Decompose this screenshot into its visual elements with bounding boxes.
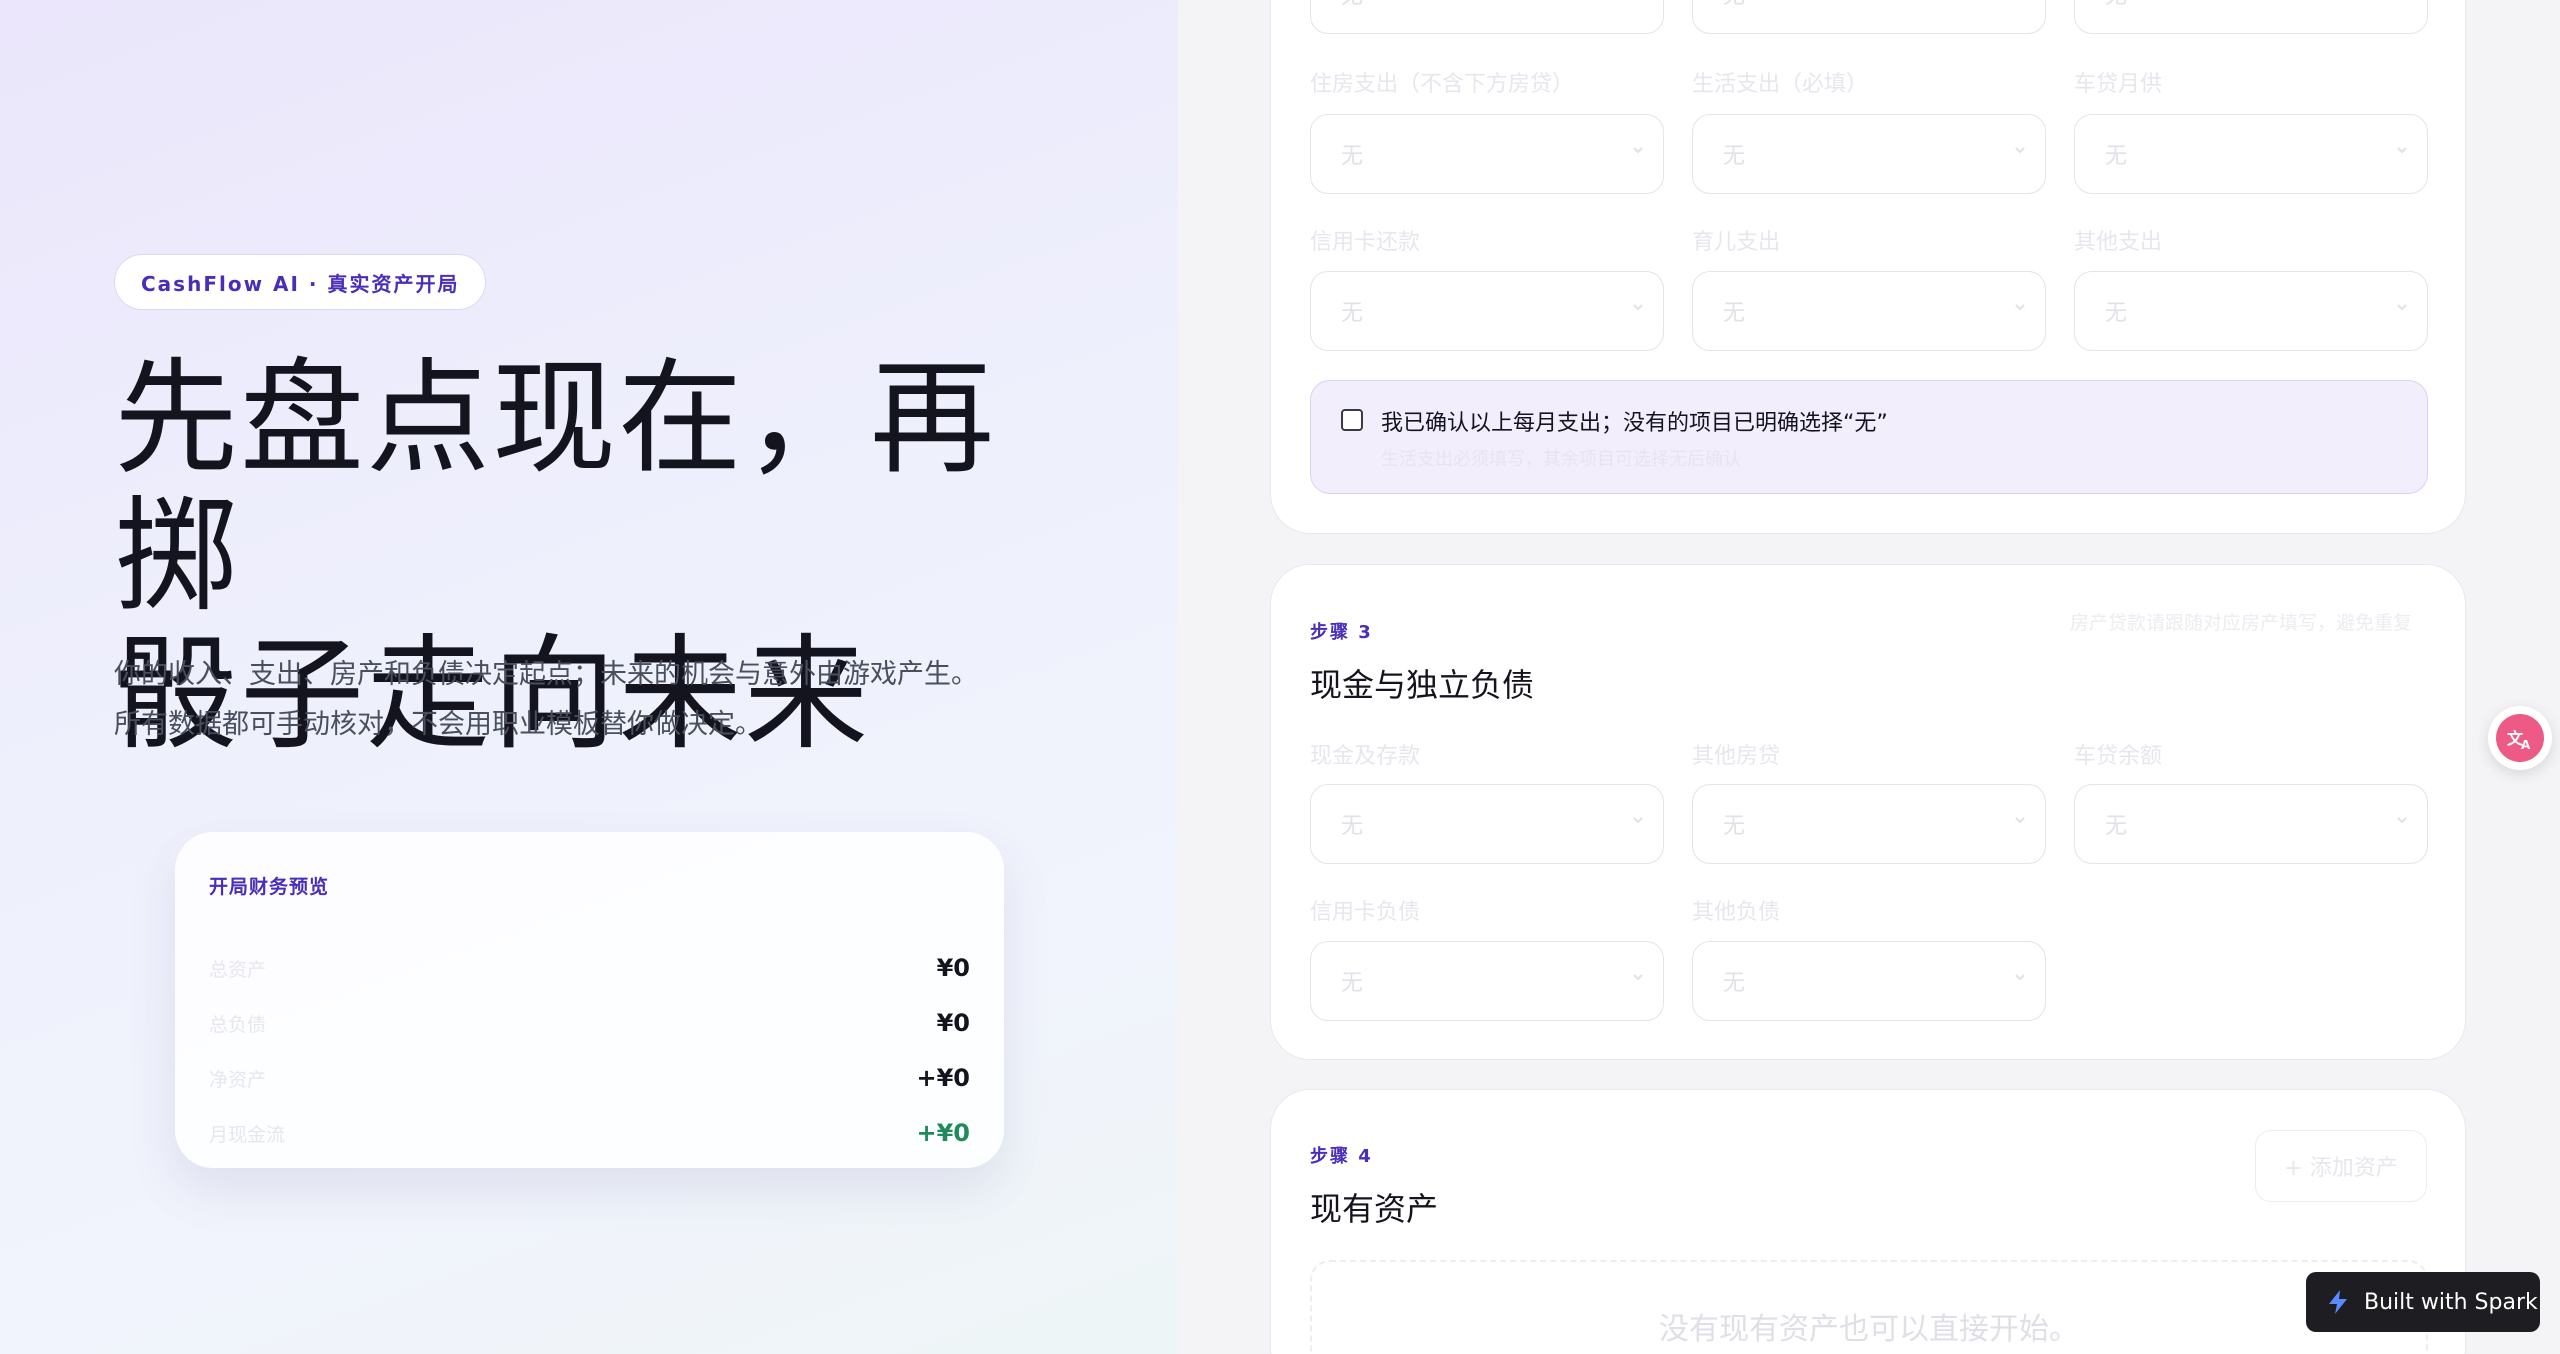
preview-value: ¥0 xyxy=(936,1009,970,1037)
field-label-cash: 现金及存款 xyxy=(1310,744,1421,769)
field-label-other-mortgage: 其他房贷 xyxy=(1692,744,1781,769)
chevron-down-icon xyxy=(1631,970,1645,984)
living-expense-select[interactable]: 无 xyxy=(1692,114,2046,194)
step3-title: 现金与独立负债 xyxy=(1310,666,1535,704)
step4-title: 现有资产 xyxy=(1310,1190,1439,1228)
select-value: 无 xyxy=(2105,0,2127,10)
svg-text:A: A xyxy=(2521,738,2531,752)
select-value: 无 xyxy=(1341,971,1364,996)
select-value: 无 xyxy=(2105,144,2128,169)
field-label-living: 生活支出（必填） xyxy=(1692,72,1869,97)
select-value: 无 xyxy=(1341,301,1364,326)
housing-expense-select[interactable]: 无 xyxy=(1310,114,1664,194)
spark-bolt-icon xyxy=(2324,1288,2352,1316)
field-label-housing: 住房支出（不含下方房贷） xyxy=(1310,72,1575,97)
select-value: 无 xyxy=(2105,814,2128,839)
preview-value: ¥0 xyxy=(936,954,970,982)
chevron-down-icon xyxy=(1631,813,1645,827)
preview-title: 开局财务预览 xyxy=(209,876,330,898)
expense-confirm-box: 我已确认以上每月支出；没有的项目已明确选择“无” 生活支出必须填写，其余项目可选… xyxy=(1310,380,2428,494)
desc-line-2: 所有数据都可手动核对，不会用职业模板替你做决定。 xyxy=(114,709,762,740)
preview-row-total-assets: 总资产 ¥0 xyxy=(209,948,970,988)
chevron-down-icon xyxy=(2395,143,2409,157)
car-loan-payment-select[interactable]: 无 xyxy=(2074,114,2428,194)
preview-row-total-liabilities: 总负债 ¥0 xyxy=(209,1003,970,1043)
hero-section: CashFlow AI · 真实资产开局 先盘点现在，再掷 骰子走向未来 你的收… xyxy=(0,0,1178,1354)
desc-line-1: 你的收入、支出、房产和负债决定起点；未来的机会与意外由游戏产生。 xyxy=(114,659,978,690)
select-value: 无 xyxy=(1723,301,1746,326)
translate-button[interactable]: 文A xyxy=(2488,706,2552,770)
expense-select-top-3[interactable]: 无 xyxy=(2074,0,2428,34)
chevron-down-icon xyxy=(2395,300,2409,314)
add-asset-button[interactable]: + 添加资产 xyxy=(2255,1130,2427,1202)
field-label-car-loan-payment: 车贷月供 xyxy=(2074,72,2163,97)
other-debt-select[interactable]: 无 xyxy=(1692,941,2046,1021)
chevron-down-icon xyxy=(2013,970,2027,984)
chevron-down-icon xyxy=(1631,300,1645,314)
preview-row-monthly-cashflow: 月现金流 +¥0 xyxy=(209,1113,970,1153)
chevron-down-icon xyxy=(1631,143,1645,157)
select-value: 无 xyxy=(1723,814,1746,839)
chevron-down-icon xyxy=(2013,813,2027,827)
expense-select-top-2[interactable]: 无 xyxy=(1692,0,2046,34)
step3-hint: 房产贷款请跟随对应房产填写，避免重复 xyxy=(2070,612,2413,634)
select-value: 无 xyxy=(1723,144,1746,169)
other-mortgage-select[interactable]: 无 xyxy=(1692,784,2046,864)
expense-confirm-hint: 生活支出必须填写，其余项目可选择无后确认 xyxy=(1381,449,1741,470)
step3-tag: 步骤 3 xyxy=(1310,622,1373,643)
select-value: 无 xyxy=(1341,144,1364,169)
spark-label: Built with Spark xyxy=(2364,1289,2538,1315)
expense-confirm-label[interactable]: 我已确认以上每月支出；没有的项目已明确选择“无” xyxy=(1381,405,1888,437)
built-with-spark-badge[interactable]: Built with Spark xyxy=(2306,1272,2540,1332)
chevron-down-icon xyxy=(2013,143,2027,157)
expense-confirm-checkbox[interactable] xyxy=(1341,409,1363,431)
preview-label: 月现金流 xyxy=(209,1123,286,1146)
other-expense-select[interactable]: 无 xyxy=(2074,271,2428,351)
chevron-down-icon xyxy=(2013,300,2027,314)
preview-value: +¥0 xyxy=(916,1064,970,1092)
preview-label: 总资产 xyxy=(209,958,267,981)
assets-empty-state: 没有现有资产也可以直接开始。 xyxy=(1310,1260,2428,1354)
finance-preview-card: 开局财务预览 总资产 ¥0 总负债 ¥0 净资产 +¥0 月现金流 +¥0 xyxy=(175,832,1004,1168)
preview-label: 净资产 xyxy=(209,1068,267,1091)
brand-badge: CashFlow AI · 真实资产开局 xyxy=(114,254,487,310)
select-value: 无 xyxy=(1723,971,1746,996)
select-value: 无 xyxy=(1341,814,1364,839)
field-label-credit-card-payment: 信用卡还款 xyxy=(1310,230,1421,255)
hero-description: 你的收入、支出、房产和负债决定起点；未来的机会与意外由游戏产生。 所有数据都可手… xyxy=(114,650,1114,750)
select-value: 无 xyxy=(2105,301,2128,326)
preview-row-net-assets: 净资产 +¥0 xyxy=(209,1058,970,1098)
select-value: 无 xyxy=(1341,0,1363,10)
car-loan-balance-select[interactable]: 无 xyxy=(2074,784,2428,864)
expense-select-top-1[interactable]: 无 xyxy=(1310,0,1664,34)
preview-label: 总负债 xyxy=(209,1013,267,1036)
credit-card-payment-select[interactable]: 无 xyxy=(1310,271,1664,351)
step4-tag: 步骤 4 xyxy=(1310,1146,1373,1167)
chevron-down-icon xyxy=(2395,813,2409,827)
select-value: 无 xyxy=(1723,0,1745,10)
translate-icon: 文A xyxy=(2496,714,2544,762)
field-label-childcare: 育儿支出 xyxy=(1692,230,1781,255)
field-label-other-expense: 其他支出 xyxy=(2074,230,2163,255)
credit-card-debt-select[interactable]: 无 xyxy=(1310,941,1664,1021)
field-label-car-loan-balance: 车贷余额 xyxy=(2074,744,2163,769)
field-label-credit-card-debt: 信用卡负债 xyxy=(1310,900,1421,925)
empty-state-text: 没有现有资产也可以直接开始。 xyxy=(1659,1312,2079,1347)
title-line-1: 先盘点现在，再掷 xyxy=(114,347,997,629)
preview-value: +¥0 xyxy=(916,1119,970,1147)
childcare-select[interactable]: 无 xyxy=(1692,271,2046,351)
field-label-other-debt: 其他负债 xyxy=(1692,900,1781,925)
cash-select[interactable]: 无 xyxy=(1310,784,1664,864)
